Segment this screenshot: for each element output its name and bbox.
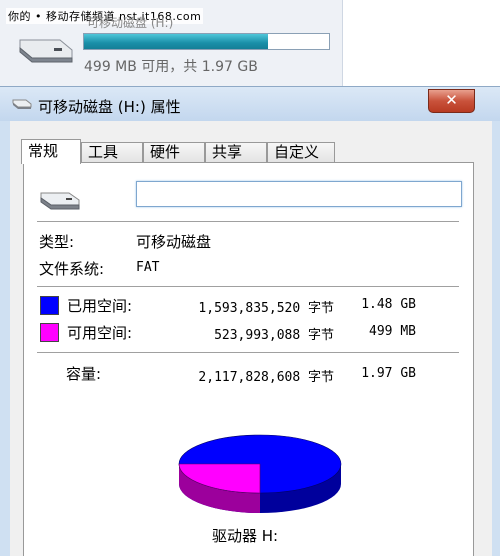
close-button[interactable]: ✕	[428, 89, 475, 113]
capacity-bytes: 2,117,828,608 字节	[198, 370, 334, 385]
separator	[37, 221, 459, 222]
drive-free-text: 499 MB 可用，共 1.97 GB	[84, 59, 258, 75]
capacity-label: 容量:	[66, 365, 102, 383]
filesystem-label: 文件系统:	[39, 260, 105, 278]
volume-name-input[interactable]	[136, 181, 462, 207]
free-space-swatch	[40, 323, 59, 342]
separator	[37, 286, 459, 287]
removable-drive-icon	[12, 99, 32, 109]
removable-drive-icon	[40, 192, 80, 210]
drive-usage-bar	[83, 33, 330, 50]
tab-customize[interactable]: 自定义	[267, 142, 335, 163]
title-bar[interactable]: 可移动磁盘 (H:) 属性 ✕	[0, 87, 500, 121]
tab-tools[interactable]: 工具	[81, 142, 143, 163]
disk-usage-pie	[178, 434, 342, 513]
properties-dialog: 可移动磁盘 (H:) 属性 ✕ 常规 工具 硬件 共享 自定义 类型: 可移动磁…	[0, 86, 500, 556]
free-space-label: 可用空间:	[67, 324, 133, 342]
free-space-bytes: 523,993,088 字节	[214, 328, 334, 343]
close-icon: ✕	[445, 91, 458, 109]
used-space-swatch	[40, 296, 59, 315]
explorer-drive-tile[interactable]: 你的 • 移动存储频道 nst.it168.com 可移动磁盘 (H:) 499…	[0, 0, 343, 87]
type-label: 类型:	[39, 233, 75, 251]
dialog-title: 可移动磁盘 (H:) 属性	[38, 98, 181, 116]
drive-name: 可移动磁盘 (H:)	[87, 16, 174, 30]
removable-drive-icon	[19, 39, 73, 63]
capacity-human: 1.97 GB	[361, 366, 416, 381]
drive-usage-fill	[84, 34, 269, 49]
used-space-bytes: 1,593,835,520 字节	[198, 301, 334, 316]
general-panel: 类型: 可移动磁盘 文件系统: FAT 已用空间: 1,593,835,520 …	[23, 162, 474, 556]
tab-general[interactable]: 常规	[21, 139, 81, 164]
tab-sharing[interactable]: 共享	[205, 142, 267, 163]
used-space-human: 1.48 GB	[361, 297, 416, 312]
tab-hardware[interactable]: 硬件	[143, 142, 205, 163]
free-space-human: 499 MB	[369, 324, 416, 339]
separator	[37, 352, 459, 353]
type-value: 可移动磁盘	[136, 233, 212, 251]
filesystem-value: FAT	[136, 260, 160, 275]
dialog-client-area: 常规 工具 硬件 共享 自定义 类型: 可移动磁盘 文件系统: FAT 已用空间…	[10, 121, 492, 556]
drive-caption: 驱动器 H:	[212, 527, 279, 545]
used-space-label: 已用空间:	[67, 297, 133, 315]
